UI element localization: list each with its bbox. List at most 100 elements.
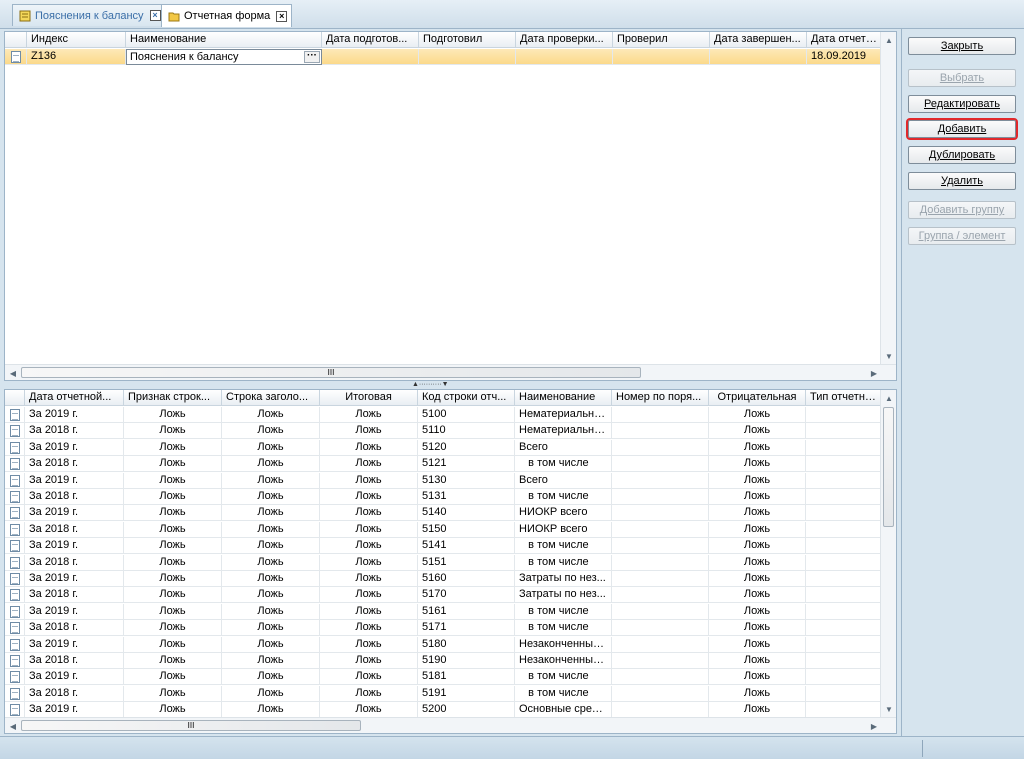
table-row[interactable]: За 2019 г. Ложь Ложь Ложь 5180 Незаконченные.… (5, 636, 882, 653)
cell-row-flag[interactable]: Ложь (124, 685, 222, 702)
cell-row-code[interactable]: 5140 (418, 505, 515, 522)
cell-row-code[interactable]: 5141 (418, 538, 515, 555)
cell-total[interactable]: Ложь (320, 489, 418, 505)
cell-row-code[interactable]: 5131 (418, 489, 515, 505)
cell-negative[interactable]: Ложь (709, 489, 806, 505)
cell-name[interactable]: Нематериальны... (515, 423, 612, 440)
cell-report-type[interactable] (806, 653, 882, 669)
cell-name[interactable]: НИОКР всего (515, 521, 612, 538)
cell-header-row[interactable]: Ложь (222, 407, 320, 423)
cell-row-code[interactable]: 5130 (418, 472, 515, 489)
cell-name[interactable]: Затраты по нез... (515, 587, 612, 604)
cell-row-flag[interactable]: Ложь (124, 603, 222, 620)
cell-name[interactable]: в том числе (515, 603, 612, 620)
column-header[interactable]: Дата подготов... (322, 32, 419, 48)
cell-total[interactable]: Ложь (320, 554, 418, 571)
cell-report-date[interactable]: За 2019 г. (25, 439, 124, 456)
cell-report-type[interactable] (806, 554, 882, 571)
cell-negative[interactable]: Ложь (709, 620, 806, 637)
cell-row-flag[interactable]: Ложь (124, 456, 222, 473)
cell-name[interactable]: Основные сред... (515, 702, 612, 719)
cell-report-type[interactable] (806, 472, 882, 489)
column-header[interactable]: Строка заголо... (222, 390, 320, 406)
cell-row-code[interactable]: 5150 (418, 521, 515, 538)
cell-row-flag[interactable]: Ложь (124, 669, 222, 686)
cell-report-date[interactable]: За 2019 г. (25, 538, 124, 555)
cell-total[interactable]: Ложь (320, 407, 418, 423)
cell-report-type[interactable] (806, 538, 882, 555)
cell-report-date[interactable]: За 2018 г. (25, 521, 124, 538)
cell-report-date[interactable]: За 2019 г. (25, 505, 124, 522)
cell-report-date[interactable]: За 2019 г. (25, 669, 124, 686)
cell-order-number[interactable] (612, 702, 709, 719)
column-header[interactable]: Наименование (126, 32, 322, 48)
cell-report-type[interactable] (806, 456, 882, 473)
cell-negative[interactable]: Ложь (709, 472, 806, 489)
cell-report-date[interactable]: За 2018 г. (25, 554, 124, 571)
cell-order-number[interactable] (612, 669, 709, 686)
cell-order-number[interactable] (612, 571, 709, 587)
close-icon[interactable]: × (149, 10, 161, 21)
table-row[interactable]: За 2018 г. Ложь Ложь Ложь 5131 в том числе Ло… (5, 489, 882, 505)
table-row[interactable]: За 2018 г. Ложь Ложь Ложь 5151 в том числе Ло… (5, 554, 882, 571)
vertical-scrollbar[interactable]: ▲ ▼ (880, 32, 896, 364)
cell-row-flag[interactable]: Ложь (124, 423, 222, 440)
cell-total[interactable]: Ложь (320, 653, 418, 669)
column-header[interactable]: Номер по поря... (612, 390, 709, 406)
table-row[interactable]: За 2019 г. Ложь Ложь Ложь 5140 НИОКР всего Лож… (5, 505, 882, 522)
cell-total[interactable]: Ложь (320, 571, 418, 587)
column-header[interactable]: Дата отчетно (807, 32, 882, 48)
cell-row-code[interactable]: 5121 (418, 456, 515, 473)
cell-total[interactable]: Ложь (320, 521, 418, 538)
cell-row-code[interactable]: 5100 (418, 407, 515, 423)
cell-header-row[interactable]: Ложь (222, 456, 320, 473)
cell-row-code[interactable]: 5151 (418, 554, 515, 571)
cell-name[interactable]: в том числе (515, 669, 612, 686)
column-header[interactable]: Наименование (515, 390, 612, 406)
cell-negative[interactable]: Ложь (709, 407, 806, 423)
cell-index[interactable]: Z136 (27, 49, 126, 65)
cell-prepared-by[interactable] (419, 49, 516, 65)
column-header[interactable]: Дата проверки... (516, 32, 613, 48)
cell-row-flag[interactable]: Ложь (124, 571, 222, 587)
table-row[interactable]: За 2019 г. Ложь Ложь Ложь 5200 Основные сред.… (5, 702, 882, 719)
table-row[interactable]: За 2018 г. Ложь Ложь Ложь 5170 Затраты по нез… (5, 587, 882, 604)
cell-header-row[interactable]: Ложь (222, 620, 320, 637)
cell-order-number[interactable] (612, 472, 709, 489)
cell-header-row[interactable]: Ложь (222, 603, 320, 620)
cell-negative[interactable]: Ложь (709, 685, 806, 702)
column-header[interactable]: Код строки отч... (418, 390, 515, 406)
scroll-down-icon[interactable]: ▼ (881, 348, 896, 364)
group-element-button[interactable]: Группа / элемент (908, 227, 1016, 245)
cell-negative[interactable]: Ложь (709, 587, 806, 604)
cell-row-code[interactable]: 5190 (418, 653, 515, 669)
cell-negative[interactable]: Ложь (709, 521, 806, 538)
cell-name[interactable]: в том числе (515, 456, 612, 473)
cell-order-number[interactable] (612, 620, 709, 637)
cell-row-flag[interactable]: Ложь (124, 620, 222, 637)
cell-total[interactable]: Ложь (320, 603, 418, 620)
cell-row-flag[interactable]: Ложь (124, 407, 222, 423)
column-header[interactable]: Подготовил (419, 32, 516, 48)
cell-row-code[interactable]: 5170 (418, 587, 515, 604)
cell-name[interactable]: НИОКР всего (515, 505, 612, 522)
cell-row-flag[interactable]: Ложь (124, 636, 222, 653)
cell-report-date[interactable]: За 2019 г. (25, 636, 124, 653)
cell-row-flag[interactable]: Ложь (124, 554, 222, 571)
table-row[interactable]: За 2019 г. Ложь Ложь Ложь 5141 в том числе Ло… (5, 538, 882, 555)
cell-negative[interactable]: Ложь (709, 603, 806, 620)
cell-report-type[interactable] (806, 407, 882, 423)
cell-report-type[interactable] (806, 571, 882, 587)
cell-row-flag[interactable]: Ложь (124, 521, 222, 538)
scroll-left-icon[interactable]: ◀ (5, 718, 21, 733)
name-edit-field[interactable]: Пояснения к балансу ··· (126, 49, 322, 65)
cell-complete-date[interactable] (710, 49, 807, 65)
cell-order-number[interactable] (612, 423, 709, 440)
cell-report-date[interactable]: За 2019 г. (25, 702, 124, 719)
cell-header-row[interactable]: Ложь (222, 685, 320, 702)
cell-name[interactable]: в том числе (515, 554, 612, 571)
cell-row-code[interactable]: 5110 (418, 423, 515, 440)
cell-name[interactable]: Затраты по нез... (515, 571, 612, 587)
table-row[interactable]: За 2018 г. Ложь Ложь Ложь 5110 Нематериальны.… (5, 423, 882, 440)
cell-total[interactable]: Ложь (320, 685, 418, 702)
